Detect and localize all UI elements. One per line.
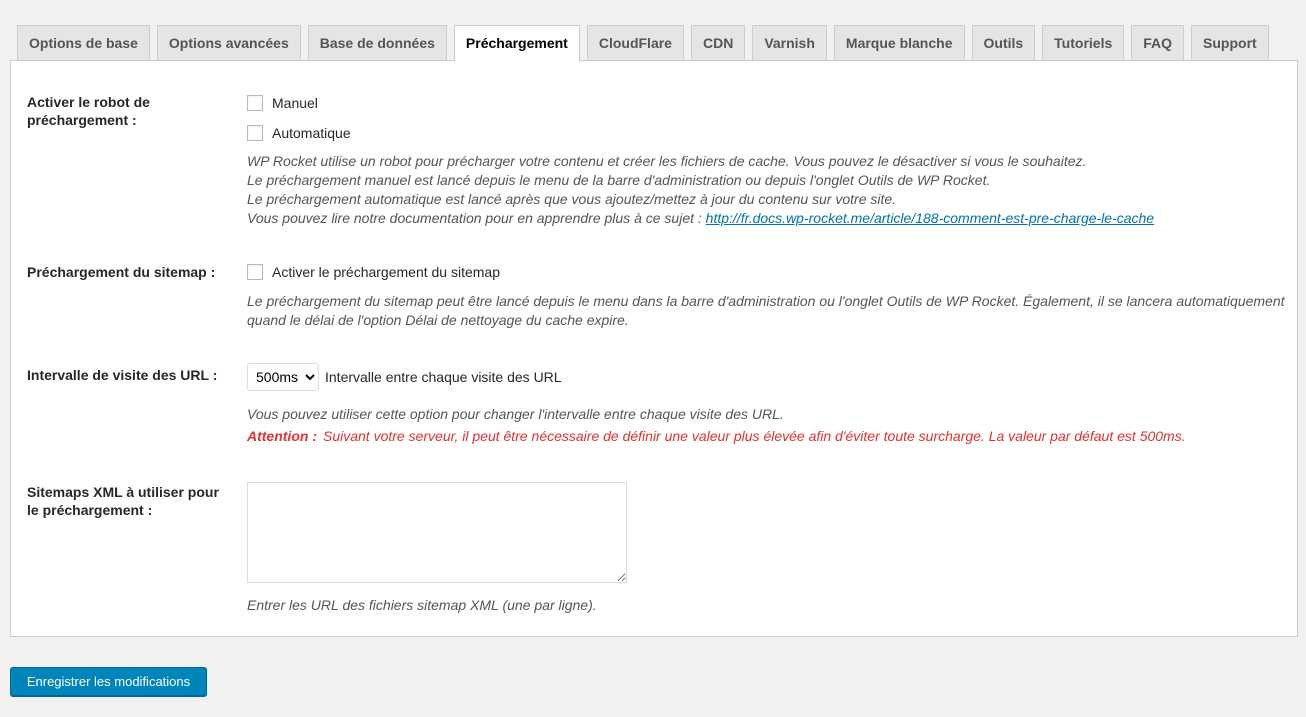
manual-checkbox[interactable]: Manuel — [247, 93, 1287, 113]
doc-link[interactable]: http://fr.docs.wp-rocket.me/article/188-… — [706, 210, 1154, 226]
sitemap-desc: Le préchargement du sitemap peut être la… — [247, 293, 1285, 328]
auto-label: Automatique — [272, 125, 351, 141]
settings-tabs: Options de base Options avancées Base de… — [17, 25, 1269, 62]
tab-options-de-base[interactable]: Options de base — [17, 25, 150, 61]
checkbox-box[interactable] — [247, 95, 263, 111]
robot-desc-2: Le préchargement manuel est lancé depuis… — [247, 172, 991, 188]
tab-tutoriels[interactable]: Tutoriels — [1042, 25, 1125, 61]
warn-label: Attention : — [247, 428, 317, 444]
tab-outils[interactable]: Outils — [971, 25, 1036, 61]
sitemap-checkbox[interactable]: Activer le préchargement du sitemap — [247, 262, 1287, 282]
tab-options-avancees[interactable]: Options avancées — [156, 25, 301, 61]
manual-label: Manuel — [272, 95, 318, 111]
tab-cloudflare[interactable]: CloudFlare — [586, 25, 684, 61]
settings-panel: Activer le robot de préchargement : Manu… — [10, 60, 1298, 637]
tab-prechargement[interactable]: Préchargement — [453, 25, 580, 62]
xml-desc: Entrer les URL des fichiers sitemap XML … — [247, 597, 597, 613]
save-button[interactable]: Enregistrer les modifications — [10, 667, 207, 696]
checkbox-box[interactable] — [247, 125, 263, 141]
warn-text: Suivant votre serveur, il peut être néce… — [322, 428, 1186, 444]
robot-desc-3: Le préchargement automatique est lancé a… — [247, 191, 897, 207]
robot-label: Activer le robot de préchargement : — [27, 94, 150, 128]
robot-desc-1: WP Rocket utilise un robot pour précharg… — [247, 153, 1087, 169]
tab-support[interactable]: Support — [1191, 25, 1269, 61]
checkbox-box[interactable] — [247, 264, 263, 280]
tab-varnish[interactable]: Varnish — [752, 25, 827, 61]
interval-after-label: Intervalle entre chaque visite des URL — [325, 369, 562, 385]
tab-marque-blanche[interactable]: Marque blanche — [833, 25, 965, 61]
interval-desc: Vous pouvez utiliser cette option pour c… — [247, 406, 784, 422]
tab-cdn[interactable]: CDN — [690, 25, 746, 61]
tab-faq[interactable]: FAQ — [1131, 25, 1185, 61]
interval-label: Intervalle de visite des URL : — [27, 367, 218, 383]
xml-label: Sitemaps XML à utiliser pour le précharg… — [27, 484, 219, 518]
sitemap-option-label: Activer le préchargement du sitemap — [272, 264, 500, 280]
sitemap-label: Préchargement du sitemap : — [27, 264, 216, 280]
interval-select[interactable]: 500ms — [247, 363, 319, 391]
xml-textarea[interactable] — [247, 482, 627, 583]
auto-checkbox[interactable]: Automatique — [247, 123, 1287, 143]
tab-base-de-donnees[interactable]: Base de données — [307, 25, 447, 61]
robot-desc-4: Vous pouvez lire notre documentation pou… — [247, 210, 706, 226]
